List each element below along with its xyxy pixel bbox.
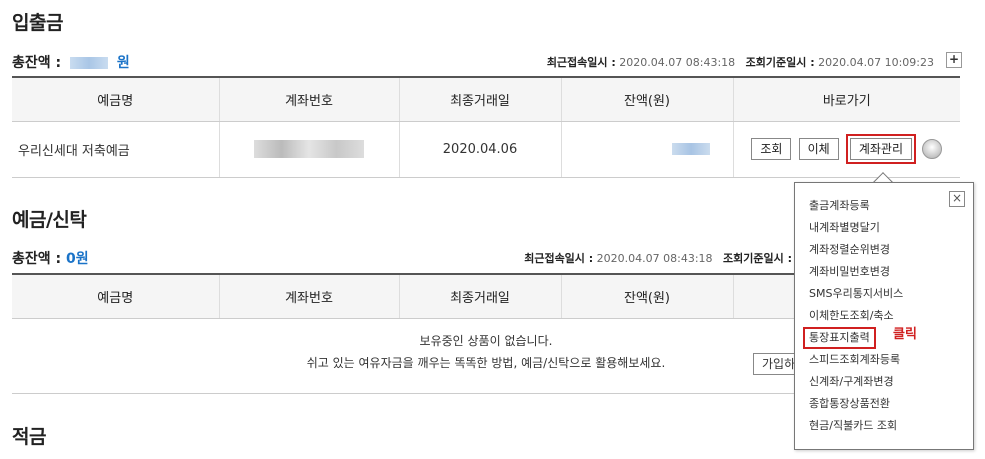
col-header-balance: 잔액(원) bbox=[560, 76, 733, 122]
menu-item-password-change[interactable]: 계좌비밀번호변경 bbox=[809, 261, 903, 283]
menu-item-withdraw-account-register[interactable]: 출금계좌등록 bbox=[809, 195, 903, 217]
col-header-shortcuts: 바로가기 bbox=[732, 76, 960, 122]
transfer-button[interactable]: 이체 bbox=[798, 137, 839, 160]
menu-item-account-order[interactable]: 계좌정렬순위변경 bbox=[809, 239, 903, 261]
section-title-installment: 적금 bbox=[12, 426, 46, 448]
currency-unit: 원 bbox=[116, 55, 130, 71]
savings-col-balance: 잔액(원) bbox=[560, 273, 733, 319]
savings-col-last-date: 최종거래일 bbox=[398, 273, 561, 319]
menu-item-passbook-cover-print[interactable]: 통장표지출력 bbox=[803, 327, 876, 349]
table-row: 우리신세대 저축예금 2020.04.06 조회 이체 계좌관리 bbox=[12, 121, 960, 178]
account-name-cell: 우리신세대 저축예금 bbox=[12, 121, 219, 178]
section-title-savings-trust: 예금/신탁 bbox=[12, 209, 87, 231]
last-access-time: 2020.04.07 08:43:18 bbox=[619, 56, 736, 69]
menu-item-product-convert[interactable]: 종합통장상품전환 bbox=[809, 393, 903, 415]
menu-item-card-inquiry[interactable]: 현금/직불카드 조회 bbox=[809, 415, 903, 437]
shortcut-cell: 조회 이체 계좌관리 bbox=[732, 121, 960, 178]
menu-list: 출금계좌등록 내계좌별명달기 계좌정렬순위변경 계좌비밀번호변경 SMS우리통지… bbox=[803, 195, 903, 437]
menu-item-account-nickname[interactable]: 내계좌별명달기 bbox=[809, 217, 903, 239]
query-time: 2020.04.07 10:09:23 bbox=[818, 56, 934, 69]
col-header-account-name: 예금명 bbox=[12, 76, 219, 122]
deposit-summary: 총잔액 : 원 최근접속일시 : 2020.04.07 08:43:18 조회기… bbox=[12, 52, 962, 72]
savings-total-label: 총잔액 : bbox=[12, 251, 62, 267]
menu-item-new-old-account[interactable]: 신계좌/구계좌변경 bbox=[809, 371, 903, 393]
section-title-deposit-withdraw: 입출금 bbox=[12, 12, 63, 34]
savings-last-access-label: 최근접속일시 : bbox=[524, 252, 594, 265]
col-header-last-date: 최종거래일 bbox=[398, 76, 561, 122]
masked-balance bbox=[671, 143, 710, 155]
manage-highlight: 계좌관리 bbox=[845, 134, 916, 164]
savings-last-access-time: 2020.04.07 08:43:18 bbox=[596, 252, 713, 265]
click-annotation: 클릭 bbox=[893, 327, 917, 342]
menu-item-speed-inquiry[interactable]: 스피드조회계좌등록 bbox=[809, 349, 903, 371]
inquiry-button[interactable]: 조회 bbox=[751, 137, 792, 160]
col-header-account-number: 계좌번호 bbox=[218, 76, 399, 122]
expand-plus-button[interactable]: + bbox=[946, 52, 962, 68]
account-manage-button[interactable]: 계좌관리 bbox=[849, 138, 912, 160]
last-date-cell: 2020.04.06 bbox=[398, 121, 561, 178]
last-access-label: 최근접속일시 : bbox=[546, 56, 616, 69]
masked-account-number bbox=[254, 140, 364, 158]
close-icon[interactable]: × bbox=[949, 191, 965, 207]
menu-item-sms-notice[interactable]: SMS우리통지서비스 bbox=[809, 283, 903, 305]
access-times: 최근접속일시 : 2020.04.07 08:43:18 조회기준일시 : 20… bbox=[547, 54, 934, 70]
savings-col-account-number: 계좌번호 bbox=[218, 273, 399, 319]
menu-item-transfer-limit[interactable]: 이체한도조회/축소 bbox=[809, 305, 903, 327]
savings-col-account-name: 예금명 bbox=[12, 273, 219, 319]
more-circle-icon[interactable] bbox=[922, 139, 943, 159]
account-manage-menu: × 출금계좌등록 내계좌별명달기 계좌정렬순위변경 계좌비밀번호변경 SMS우리… bbox=[794, 182, 974, 450]
savings-total-value: 0원 bbox=[66, 251, 89, 267]
savings-access-times: 최근접속일시 : 2020.04.07 08:43:18 조회기준일시 : bbox=[524, 250, 792, 266]
savings-query-label: 조회기준일시 : bbox=[723, 252, 792, 265]
deposit-accounts-table: 예금명 계좌번호 최종거래일 잔액(원) 바로가기 우리신세대 저축예금 202… bbox=[12, 76, 960, 178]
query-time-label: 조회기준일시 : bbox=[745, 56, 815, 69]
masked-total-amount bbox=[70, 57, 108, 69]
total-balance-label: 총잔액 : bbox=[12, 55, 62, 71]
